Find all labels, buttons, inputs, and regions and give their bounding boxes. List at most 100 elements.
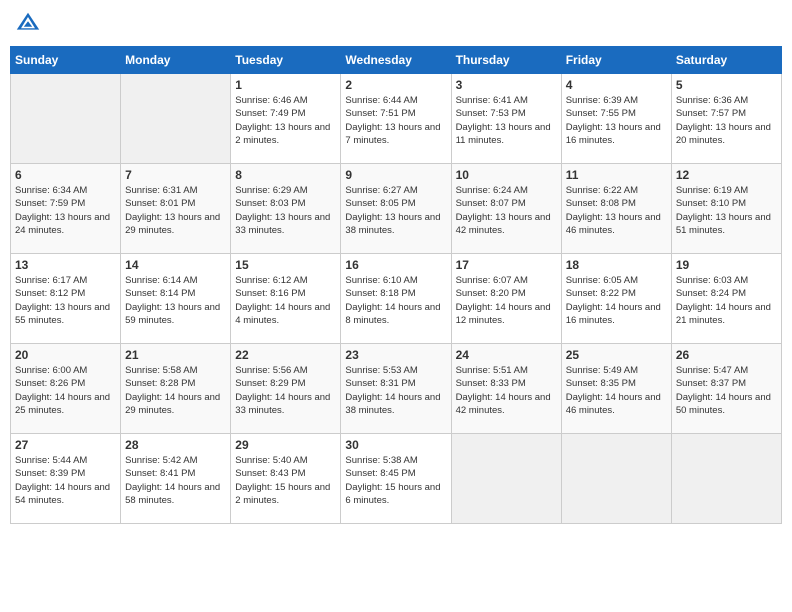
logo-icon	[14, 10, 42, 38]
day-number: 25	[566, 348, 667, 362]
day-cell: 5 Sunrise: 6:36 AM Sunset: 7:57 PM Daylig…	[671, 74, 781, 164]
day-number: 3	[456, 78, 557, 92]
day-number: 7	[125, 168, 226, 182]
day-cell: 28 Sunrise: 5:42 AM Sunset: 8:41 PM Dayli…	[121, 434, 231, 524]
day-cell: 10 Sunrise: 6:24 AM Sunset: 8:07 PM Dayli…	[451, 164, 561, 254]
day-info: Sunrise: 6:34 AM Sunset: 7:59 PM Dayligh…	[15, 184, 116, 237]
day-info: Sunrise: 6:03 AM Sunset: 8:24 PM Dayligh…	[676, 274, 777, 327]
day-cell: 14 Sunrise: 6:14 AM Sunset: 8:14 PM Dayli…	[121, 254, 231, 344]
header-row: SundayMondayTuesdayWednesdayThursdayFrid…	[11, 47, 782, 74]
day-number: 19	[676, 258, 777, 272]
day-header-wednesday: Wednesday	[341, 47, 451, 74]
day-info: Sunrise: 6:46 AM Sunset: 7:49 PM Dayligh…	[235, 94, 336, 147]
day-number: 2	[345, 78, 446, 92]
day-info: Sunrise: 6:14 AM Sunset: 8:14 PM Dayligh…	[125, 274, 226, 327]
day-info: Sunrise: 6:05 AM Sunset: 8:22 PM Dayligh…	[566, 274, 667, 327]
day-number: 27	[15, 438, 116, 452]
week-row-5: 27Sunrise: 5:44 AM Sunset: 8:39 PM Dayli…	[11, 434, 782, 524]
day-cell: 12 Sunrise: 6:19 AM Sunset: 8:10 PM Dayli…	[671, 164, 781, 254]
day-cell: 6Sunrise: 6:34 AM Sunset: 7:59 PM Daylig…	[11, 164, 121, 254]
day-cell: 23 Sunrise: 5:53 AM Sunset: 8:31 PM Dayli…	[341, 344, 451, 434]
day-number: 23	[345, 348, 446, 362]
day-cell: 8 Sunrise: 6:29 AM Sunset: 8:03 PM Daylig…	[231, 164, 341, 254]
day-number: 11	[566, 168, 667, 182]
day-cell	[121, 74, 231, 164]
day-info: Sunrise: 6:12 AM Sunset: 8:16 PM Dayligh…	[235, 274, 336, 327]
day-cell: 7 Sunrise: 6:31 AM Sunset: 8:01 PM Daylig…	[121, 164, 231, 254]
day-number: 8	[235, 168, 336, 182]
day-cell: 22Sunrise: 5:56 AM Sunset: 8:29 PM Dayli…	[231, 344, 341, 434]
day-info: Sunrise: 5:58 AM Sunset: 8:28 PM Dayligh…	[125, 364, 226, 417]
day-number: 14	[125, 258, 226, 272]
day-number: 18	[566, 258, 667, 272]
day-cell: 4 Sunrise: 6:39 AM Sunset: 7:55 PM Daylig…	[561, 74, 671, 164]
week-row-3: 13Sunrise: 6:17 AM Sunset: 8:12 PM Dayli…	[11, 254, 782, 344]
day-info: Sunrise: 6:39 AM Sunset: 7:55 PM Dayligh…	[566, 94, 667, 147]
day-header-thursday: Thursday	[451, 47, 561, 74]
day-header-friday: Friday	[561, 47, 671, 74]
day-info: Sunrise: 5:53 AM Sunset: 8:31 PM Dayligh…	[345, 364, 446, 417]
day-info: Sunrise: 5:40 AM Sunset: 8:43 PM Dayligh…	[235, 454, 336, 507]
week-row-4: 20 Sunrise: 6:00 AM Sunset: 8:26 PM Dayli…	[11, 344, 782, 434]
day-cell: 20 Sunrise: 6:00 AM Sunset: 8:26 PM Dayli…	[11, 344, 121, 434]
day-cell: 2 Sunrise: 6:44 AM Sunset: 7:51 PM Daylig…	[341, 74, 451, 164]
day-number: 12	[676, 168, 777, 182]
day-number: 4	[566, 78, 667, 92]
day-info: Sunrise: 6:19 AM Sunset: 8:10 PM Dayligh…	[676, 184, 777, 237]
day-cell: 18 Sunrise: 6:05 AM Sunset: 8:22 PM Dayli…	[561, 254, 671, 344]
day-cell: 3 Sunrise: 6:41 AM Sunset: 7:53 PM Daylig…	[451, 74, 561, 164]
day-cell: 29 Sunrise: 5:40 AM Sunset: 8:43 PM Dayli…	[231, 434, 341, 524]
day-header-monday: Monday	[121, 47, 231, 74]
day-info: Sunrise: 6:36 AM Sunset: 7:57 PM Dayligh…	[676, 94, 777, 147]
day-number: 21	[125, 348, 226, 362]
day-info: Sunrise: 5:49 AM Sunset: 8:35 PM Dayligh…	[566, 364, 667, 417]
day-cell: 24 Sunrise: 5:51 AM Sunset: 8:33 PM Dayli…	[451, 344, 561, 434]
day-info: Sunrise: 6:27 AM Sunset: 8:05 PM Dayligh…	[345, 184, 446, 237]
day-cell: 21 Sunrise: 5:58 AM Sunset: 8:28 PM Dayli…	[121, 344, 231, 434]
day-header-sunday: Sunday	[11, 47, 121, 74]
day-number: 15	[235, 258, 336, 272]
day-number: 29	[235, 438, 336, 452]
day-cell	[561, 434, 671, 524]
day-cell: 16Sunrise: 6:10 AM Sunset: 8:18 PM Dayli…	[341, 254, 451, 344]
day-number: 17	[456, 258, 557, 272]
day-number: 22	[235, 348, 336, 362]
day-cell: 19 Sunrise: 6:03 AM Sunset: 8:24 PM Dayli…	[671, 254, 781, 344]
day-info: Sunrise: 6:41 AM Sunset: 7:53 PM Dayligh…	[456, 94, 557, 147]
week-row-1: 1 Sunrise: 6:46 AM Sunset: 7:49 PM Daylig…	[11, 74, 782, 164]
day-info: Sunrise: 6:10 AM Sunset: 8:18 PM Dayligh…	[345, 274, 446, 327]
day-info: Sunrise: 6:24 AM Sunset: 8:07 PM Dayligh…	[456, 184, 557, 237]
day-number: 20	[15, 348, 116, 362]
day-info: Sunrise: 6:31 AM Sunset: 8:01 PM Dayligh…	[125, 184, 226, 237]
page-header	[10, 10, 782, 38]
day-cell: 13Sunrise: 6:17 AM Sunset: 8:12 PM Dayli…	[11, 254, 121, 344]
day-cell: 26Sunrise: 5:47 AM Sunset: 8:37 PM Dayli…	[671, 344, 781, 434]
day-cell: 30 Sunrise: 5:38 AM Sunset: 8:45 PM Dayli…	[341, 434, 451, 524]
day-info: Sunrise: 6:17 AM Sunset: 8:12 PM Dayligh…	[15, 274, 116, 327]
day-cell: 27Sunrise: 5:44 AM Sunset: 8:39 PM Dayli…	[11, 434, 121, 524]
day-info: Sunrise: 6:22 AM Sunset: 8:08 PM Dayligh…	[566, 184, 667, 237]
day-number: 1	[235, 78, 336, 92]
day-number: 5	[676, 78, 777, 92]
day-header-tuesday: Tuesday	[231, 47, 341, 74]
day-number: 28	[125, 438, 226, 452]
day-info: Sunrise: 5:47 AM Sunset: 8:37 PM Dayligh…	[676, 364, 777, 417]
day-cell: 15 Sunrise: 6:12 AM Sunset: 8:16 PM Dayli…	[231, 254, 341, 344]
day-cell: 1 Sunrise: 6:46 AM Sunset: 7:49 PM Daylig…	[231, 74, 341, 164]
day-cell	[11, 74, 121, 164]
day-cell	[451, 434, 561, 524]
day-cell: 9Sunrise: 6:27 AM Sunset: 8:05 PM Daylig…	[341, 164, 451, 254]
day-info: Sunrise: 5:38 AM Sunset: 8:45 PM Dayligh…	[345, 454, 446, 507]
day-info: Sunrise: 6:00 AM Sunset: 8:26 PM Dayligh…	[15, 364, 116, 417]
week-row-2: 6Sunrise: 6:34 AM Sunset: 7:59 PM Daylig…	[11, 164, 782, 254]
day-info: Sunrise: 6:44 AM Sunset: 7:51 PM Dayligh…	[345, 94, 446, 147]
day-info: Sunrise: 6:29 AM Sunset: 8:03 PM Dayligh…	[235, 184, 336, 237]
day-info: Sunrise: 5:51 AM Sunset: 8:33 PM Dayligh…	[456, 364, 557, 417]
logo	[14, 10, 46, 38]
day-cell	[671, 434, 781, 524]
day-number: 10	[456, 168, 557, 182]
day-number: 30	[345, 438, 446, 452]
day-number: 24	[456, 348, 557, 362]
day-info: Sunrise: 6:07 AM Sunset: 8:20 PM Dayligh…	[456, 274, 557, 327]
day-info: Sunrise: 5:42 AM Sunset: 8:41 PM Dayligh…	[125, 454, 226, 507]
